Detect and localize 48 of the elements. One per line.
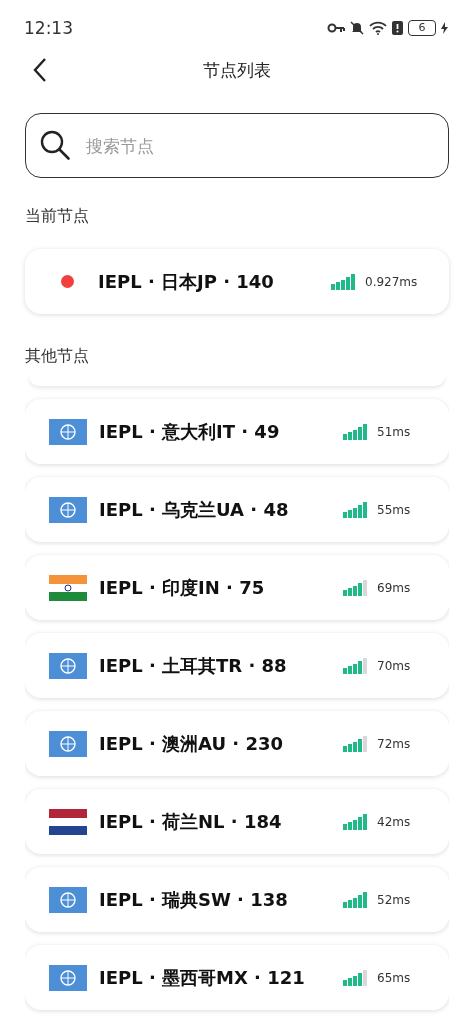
signal-icon [343,891,367,908]
latency-text: 0.927ms [365,274,419,289]
sim-alert-icon [392,20,403,35]
latency-text: 72ms [377,736,412,751]
search-field[interactable]: 搜索节点 [25,113,449,178]
latency-text: 55ms [377,502,412,517]
node-name: IEPL · 土耳其TR · 88 [99,653,288,678]
node-name: IEPL · 瑞典SW · 138 [99,887,289,912]
node-card[interactable]: IEPL · 乌克兰UA · 48 55ms [25,477,449,542]
node-name: IEPL · 澳洲AU · 230 [99,731,284,756]
latency-text: 42ms [377,814,412,829]
node-name: IEPL · 印度IN · 75 [99,575,266,600]
node-name: IEPL · 墨西哥MX · 121 [99,965,306,990]
signal-icon [343,579,367,596]
key-icon [327,22,345,33]
bell-muted-icon [350,20,364,35]
latency-text: 51ms [377,424,412,439]
battery-level: 6 [408,19,436,36]
latency-text: 70ms [377,658,412,673]
signal-icon [331,273,355,290]
status-time: 12:13 [24,17,73,38]
signal-icon [343,969,367,986]
node-card[interactable]: IEPL · 土耳其TR · 88 70ms [25,633,449,698]
page-title: 节点列表 [203,58,271,82]
signal-icon [343,657,367,674]
node-card[interactable]: IEPL · 澳洲AU · 230 72ms [25,711,449,776]
node-card[interactable]: IEPL · 意大利IT · 49 51ms [25,399,449,464]
node-card[interactable]: IEPL · 瑞典SW · 138 52ms [25,867,449,932]
node-name: IEPL · 意大利IT · 49 [99,419,281,444]
search-icon [39,129,71,161]
node-name: IEPL · 荷兰NL · 184 [99,809,283,834]
node-card[interactable]: IEPL · 日本JP · 140 0.927ms [25,249,449,314]
charging-icon [441,21,448,34]
latency-text: 52ms [377,892,412,907]
latency-text: 69ms [377,580,412,595]
signal-icon [343,423,367,440]
section-heading: 其他节点 [25,346,90,366]
node-card[interactable]: IEPL · 印度IN · 75 69ms [25,555,449,620]
wifi-icon [369,20,387,35]
node-name: IEPL · 日本JP · 140 [98,269,275,294]
signal-icon [343,501,367,518]
node-card[interactable]: IEPL · 荷兰NL · 184 42ms [25,789,449,854]
latency-text: 65ms [377,970,412,985]
signal-icon [343,735,367,752]
node-card[interactable]: IEPL · 墨西哥MX · 121 65ms [25,945,449,1010]
section-heading: 当前节点 [25,206,90,226]
node-name: IEPL · 乌克兰UA · 48 [99,497,290,522]
signal-icon [343,813,367,830]
